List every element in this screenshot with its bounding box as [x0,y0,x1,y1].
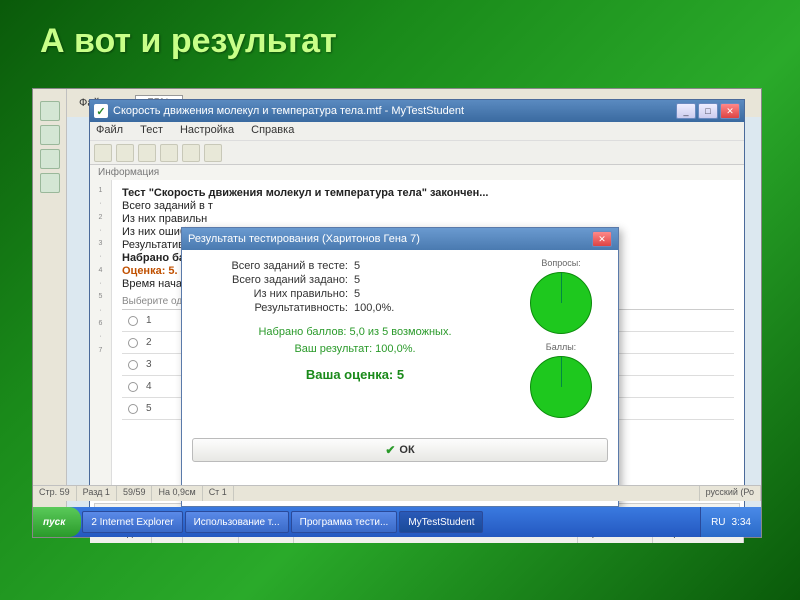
tool-icon[interactable] [40,101,60,121]
questions-pie-chart [530,272,592,334]
menu-help[interactable]: Справка [251,124,294,136]
status-cell: 59/59 [117,486,153,501]
option-label: 1 [146,315,152,326]
check-icon: ✔ [385,443,395,457]
option-label: 4 [146,381,152,392]
dialog-titlebar: Результаты тестирования (Харитонов Гена … [182,228,618,250]
menu-file[interactable]: Файл [96,124,123,136]
ruler: 1·2·3·4·5·6·7 [90,180,112,501]
start-button[interactable]: пуск [33,507,81,537]
points-pie-chart [530,356,592,418]
menu-test[interactable]: Тест [140,124,163,136]
results-dialog: Результаты тестирования (Харитонов Гена … [181,227,619,507]
windows-taskbar: пуск 2 Internet Explorer Использование т… [33,507,761,537]
taskbar-item[interactable]: Программа тести... [291,511,398,533]
minimize-button[interactable]: _ [676,103,696,119]
lang-indicator[interactable]: RU [711,517,725,528]
tool-icon[interactable] [40,173,60,193]
status-cell: русский (Ро [700,486,761,501]
option-label: 2 [146,337,152,348]
status-cell: На 0,9см [152,486,202,501]
radio-icon[interactable] [128,338,138,348]
start-label: пуск [43,517,65,528]
taskbar-item[interactable]: 2 Internet Explorer [82,511,182,533]
maximize-button[interactable]: □ [698,103,718,119]
outer-app-sidebar [33,89,67,537]
stat-label: Из них правильно: [194,288,354,300]
app-icon: ✓ [94,104,108,118]
status-cell: Стр. 59 [33,486,77,501]
info-label: Информация [90,165,744,180]
radio-icon[interactable] [128,360,138,370]
toolbar-icon[interactable] [160,144,178,162]
stat-label: Результативность: [194,302,354,314]
stat-value: 5 [354,260,360,272]
taskbar-item[interactable]: MyTestStudent [399,511,483,533]
close-button[interactable]: ✕ [720,103,740,119]
dialog-stats: Всего заданий в тесте:5 Всего заданий за… [194,258,516,426]
menu-bar: Файл Тест Настройка Справка [90,122,744,141]
test-title-line: Тест "Скорость движения молекул и темпер… [122,187,734,199]
toolbar-icon[interactable] [138,144,156,162]
ok-label: ОК [399,444,414,456]
status-cell: Разд 1 [77,486,117,501]
option-label: 3 [146,359,152,370]
tool-icon[interactable] [40,125,60,145]
chart-label: Баллы: [516,342,606,352]
toolbar [90,141,744,165]
ok-button[interactable]: ✔ ОК [192,438,608,462]
chart-label: Вопросы: [516,258,606,268]
clock[interactable]: 3:34 [732,517,751,528]
text-line: Из них правильн [122,213,734,225]
stat-value: 5 [354,288,360,300]
outer-status-bar: Стр. 59 Разд 1 59/59 На 0,9см Ст 1 русск… [33,485,761,501]
stat-value: 100,0%. [354,302,394,314]
dialog-charts: Вопросы: Баллы: [516,258,606,426]
radio-icon[interactable] [128,382,138,392]
taskbar-item[interactable]: Использование т... [185,511,289,533]
score-line: Ваш результат: 100,0%. [194,341,516,358]
dialog-title: Результаты тестирования (Харитонов Гена … [188,233,420,245]
dialog-close-button[interactable]: ✕ [592,231,612,247]
window-titlebar: ✓ Скорость движения молекул и температур… [90,100,744,122]
menu-settings[interactable]: Настройка [180,124,234,136]
toolbar-icon[interactable] [182,144,200,162]
toolbar-icon[interactable] [94,144,112,162]
text-line: Всего заданий в т [122,200,734,212]
radio-icon[interactable] [128,316,138,326]
score-line: Набрано баллов: 5,0 из 5 возможных. [194,324,516,341]
stat-value: 5 [354,274,360,286]
status-cell: Ст 1 [203,486,234,501]
system-tray[interactable]: RU 3:34 [700,507,761,537]
stat-label: Всего заданий задано: [194,274,354,286]
option-label: 5 [146,403,152,414]
radio-icon[interactable] [128,404,138,414]
slide-heading: А вот и результат [0,0,800,69]
score-summary: Набрано баллов: 5,0 из 5 возможных. Ваш … [194,324,516,357]
final-grade: Ваша оценка: 5 [194,367,516,382]
presentation-screenshot: Файл 75% ✓ Скорость движения молекул и т… [32,88,762,538]
toolbar-icon[interactable] [116,144,134,162]
toolbar-icon[interactable] [204,144,222,162]
stat-label: Всего заданий в тесте: [194,260,354,272]
tool-icon[interactable] [40,149,60,169]
window-title: Скорость движения молекул и температура … [113,105,464,117]
